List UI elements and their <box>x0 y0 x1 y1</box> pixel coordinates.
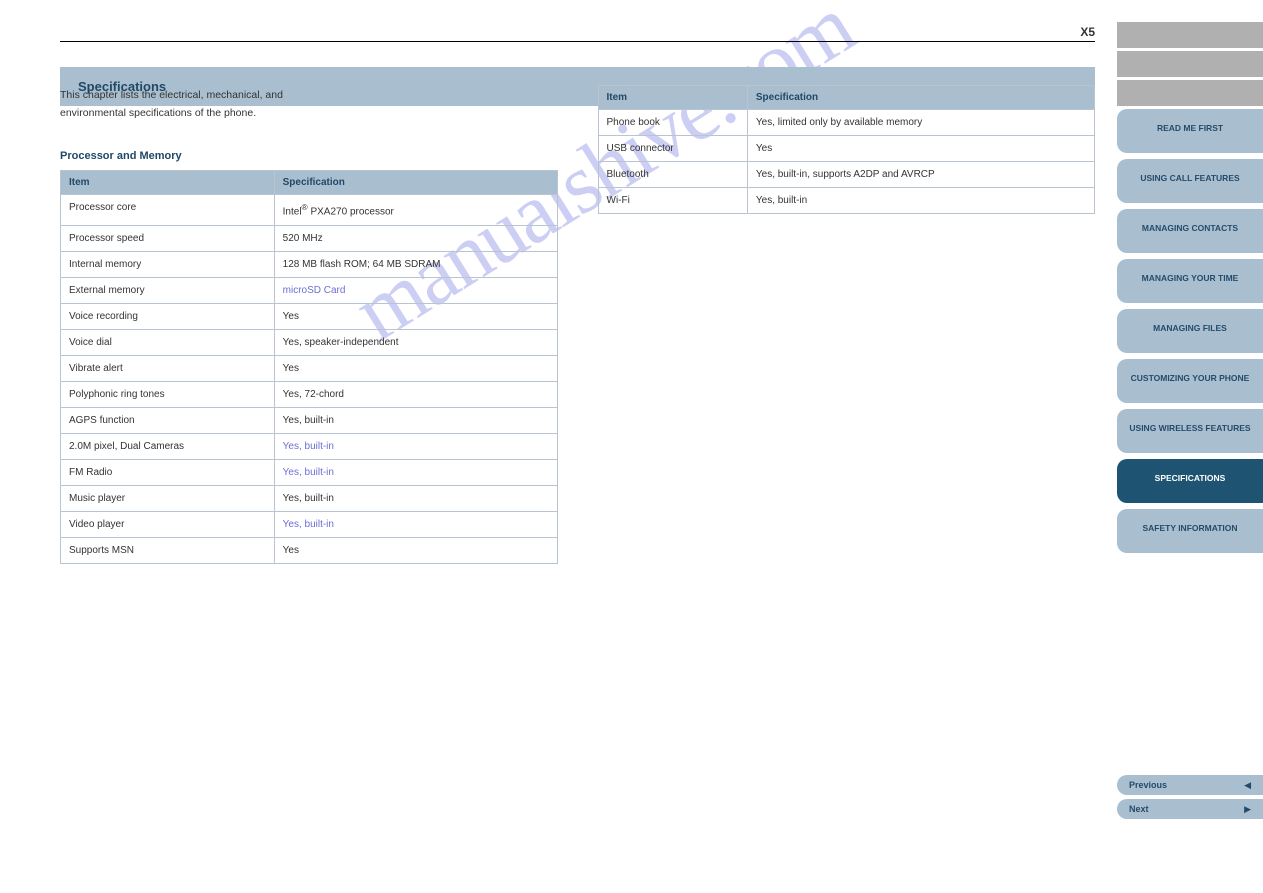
tab-spacer <box>1117 22 1263 48</box>
spec-link[interactable]: Yes, built-in <box>283 467 334 478</box>
cell-spec: Yes <box>274 537 557 563</box>
cell-spec: Yes, 72-chord <box>274 381 557 407</box>
table-row: BluetoothYes, built-in, supports A2DP an… <box>598 162 1095 188</box>
section-tab[interactable]: USING WIRELESS FEATURES <box>1117 409 1263 453</box>
spec-link[interactable]: Yes, built-in <box>283 519 334 530</box>
cell-spec: Yes, built-in <box>747 188 1094 214</box>
page-header: X5 <box>60 25 1095 39</box>
cell-spec: Intel® PXA270 processor <box>274 195 557 225</box>
cell-spec: Yes <box>747 136 1094 162</box>
th-item: Item <box>61 171 275 195</box>
tab-spacer <box>1117 80 1263 106</box>
section-tab[interactable]: MANAGING CONTACTS <box>1117 209 1263 253</box>
cell-item: Bluetooth <box>598 162 747 188</box>
tab-spacer <box>1117 51 1263 77</box>
cell-spec: Yes, built-in, supports A2DP and AVRCP <box>747 162 1094 188</box>
cell-item: 2.0M pixel, Dual Cameras <box>61 433 275 459</box>
two-column-layout: This chapter lists the electrical, mecha… <box>60 85 1095 564</box>
spec-link[interactable]: microSD Card <box>283 285 346 296</box>
subsection-heading: Processor and Memory <box>60 150 558 162</box>
content-area: X5 Specifications This chapter lists the… <box>60 25 1095 121</box>
cell-spec: Yes, built-in <box>274 485 557 511</box>
section-tab[interactable]: SAFETY INFORMATION <box>1117 509 1263 553</box>
cell-item: AGPS function <box>61 407 275 433</box>
cell-item: Processor core <box>61 195 275 225</box>
cell-spec: 128 MB flash ROM; 64 MB SDRAM <box>274 251 557 277</box>
next-label: Next <box>1129 804 1149 814</box>
table-row: Phone bookYes, limited only by available… <box>598 110 1095 136</box>
table-row: Wi-FiYes, built-in <box>598 188 1095 214</box>
cell-spec: Yes, built-in <box>274 511 557 537</box>
specs-table-right: Item Specification Phone bookYes, limite… <box>598 85 1096 214</box>
cell-spec: Yes, built-in <box>274 433 557 459</box>
table-row: Processor coreIntel® PXA270 processor <box>61 195 558 225</box>
section-tab[interactable]: MANAGING YOUR TIME <box>1117 259 1263 303</box>
cell-spec: Yes, speaker-independent <box>274 329 557 355</box>
table-row: Internal memory128 MB flash ROM; 64 MB S… <box>61 251 558 277</box>
table-row: Voice recordingYes <box>61 303 558 329</box>
page-navigation: ◀ Previous Next ▶ <box>1117 775 1263 823</box>
section-tab[interactable]: SPECIFICATIONS <box>1117 459 1263 503</box>
table-header-row: Item Specification <box>598 86 1095 110</box>
cell-item: USB connector <box>598 136 747 162</box>
table-row: Vibrate alertYes <box>61 355 558 381</box>
right-column: Item Specification Phone bookYes, limite… <box>598 85 1096 564</box>
cell-item: Internal memory <box>61 251 275 277</box>
specs-table-left: Item Specification Processor coreIntel® … <box>60 170 558 563</box>
left-column: This chapter lists the electrical, mecha… <box>60 85 558 564</box>
cell-spec: Yes, limited only by available memory <box>747 110 1094 136</box>
intro-line: environmental specifications of the phon… <box>60 107 558 121</box>
table-row: FM Radio Yes, built-in <box>61 459 558 485</box>
cell-item: Processor speed <box>61 225 275 251</box>
prev-page-button[interactable]: ◀ Previous <box>1117 775 1263 795</box>
section-tab[interactable]: CUSTOMIZING YOUR PHONE <box>1117 359 1263 403</box>
table-row: Music playerYes, built-in <box>61 485 558 511</box>
triangle-left-icon: ◀ <box>1244 780 1251 791</box>
cell-item: Voice dial <box>61 329 275 355</box>
cell-item: Polyphonic ring tones <box>61 381 275 407</box>
cell-item: Supports MSN <box>61 537 275 563</box>
cell-spec: Yes <box>274 355 557 381</box>
next-page-button[interactable]: Next ▶ <box>1117 799 1263 819</box>
header-divider <box>60 41 1095 42</box>
intro-text: This chapter lists the electrical, mecha… <box>60 89 558 120</box>
cell-item: Music player <box>61 485 275 511</box>
cell-spec: 520 MHz <box>274 225 557 251</box>
cell-spec: Yes, built-in <box>274 407 557 433</box>
table-header-row: Item Specification <box>61 171 558 195</box>
spec-link[interactable]: Yes, built-in <box>283 441 334 452</box>
section-tab[interactable]: USING CALL FEATURES <box>1117 159 1263 203</box>
section-tab[interactable]: MANAGING FILES <box>1117 309 1263 353</box>
section-tab[interactable]: READ ME FIRST <box>1117 109 1263 153</box>
cell-item: Wi-Fi <box>598 188 747 214</box>
cell-spec: microSD Card <box>274 277 557 303</box>
cell-item: External memory <box>61 277 275 303</box>
th-item: Item <box>598 86 747 110</box>
cell-spec: Yes, built-in <box>274 459 557 485</box>
cell-item: Vibrate alert <box>61 355 275 381</box>
cell-spec: Yes <box>274 303 557 329</box>
table-row: 2.0M pixel, Dual Cameras Yes, built-in <box>61 433 558 459</box>
intro-line: This chapter lists the electrical, mecha… <box>60 89 558 103</box>
prev-label: Previous <box>1129 780 1167 790</box>
th-spec: Specification <box>274 171 557 195</box>
triangle-right-icon: ▶ <box>1244 804 1251 815</box>
table-row: Voice dialYes, speaker-independent <box>61 329 558 355</box>
th-spec: Specification <box>747 86 1094 110</box>
table-row: External memory microSD Card <box>61 277 558 303</box>
table-row: Polyphonic ring tonesYes, 72-chord <box>61 381 558 407</box>
cell-item: FM Radio <box>61 459 275 485</box>
cell-item: Video player <box>61 511 275 537</box>
side-tabs: READ ME FIRST USING CALL FEATURES MANAGING… <box>1117 22 1263 559</box>
table-row: Video player Yes, built-in <box>61 511 558 537</box>
cell-item: Phone book <box>598 110 747 136</box>
table-row: AGPS functionYes, built-in <box>61 407 558 433</box>
cell-item: Voice recording <box>61 303 275 329</box>
table-row: Supports MSNYes <box>61 537 558 563</box>
table-row: Processor speed520 MHz <box>61 225 558 251</box>
table-row: USB connectorYes <box>598 136 1095 162</box>
